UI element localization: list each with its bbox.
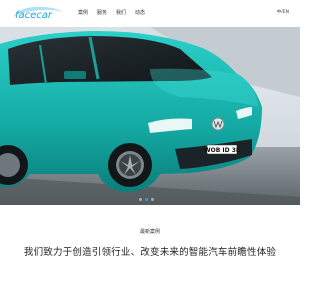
- brand-logo[interactable]: facecar: [11, 3, 67, 23]
- section-title: 我们致力于创造引领行业、改变未来的智能汽车前瞻性体验: [23, 247, 277, 258]
- nav-item-news[interactable]: 动态: [135, 9, 145, 17]
- top-navbar: facecar 案例 服务 我们 动态 中/EN: [0, 0, 300, 27]
- hero-banner[interactable]: WOB ID 3E: [0, 27, 300, 205]
- nav-item-services[interactable]: 服务: [97, 9, 107, 17]
- license-plate-text: WOB ID 3E: [204, 147, 240, 154]
- carousel-dot-active[interactable]: [145, 198, 148, 201]
- carousel-indicators: [139, 198, 154, 201]
- section-label: 最新案例: [139, 229, 160, 235]
- nav-item-about[interactable]: 我们: [116, 9, 126, 17]
- logo-text: facecar: [15, 10, 53, 21]
- carousel-dot[interactable]: [151, 198, 154, 201]
- language-switch[interactable]: 中/EN: [277, 9, 289, 17]
- side-mirror: [64, 71, 86, 79]
- nav-item-cases[interactable]: 案例: [78, 9, 88, 17]
- hero-car-image: WOB ID 3E: [0, 27, 300, 205]
- vw-badge-icon: [211, 117, 225, 131]
- carousel-dot[interactable]: [139, 198, 142, 201]
- main-menu: 案例 服务 我们 动态: [78, 9, 145, 17]
